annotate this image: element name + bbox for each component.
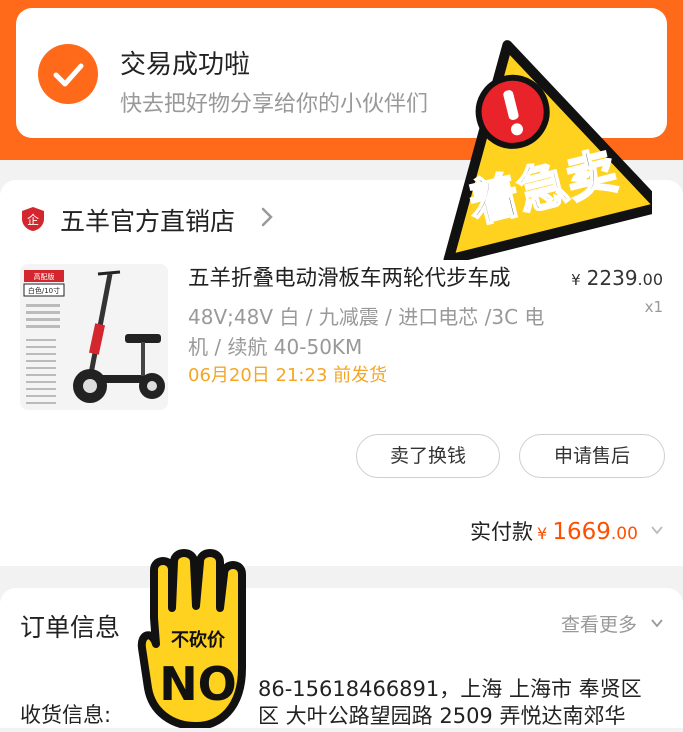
product-thumbnail[interactable]: 高配版 白色/10寸 [20, 264, 168, 410]
view-more-label: 查看更多 [560, 614, 637, 636]
product-quantity: x1 [644, 298, 663, 316]
view-more-link[interactable]: 查看更多 [561, 610, 663, 637]
svg-text:高配版: 高配版 [34, 272, 55, 281]
chevron-down-icon [651, 612, 663, 628]
product-title[interactable]: 五羊折叠电动滑板车两轮代步车成 [188, 264, 548, 294]
urgent-sale-sticker: 着急卖 [414, 36, 666, 265]
svg-text:NO: NO [159, 657, 237, 711]
address-line-1: 86-15618466891，上海 上海市 奉贤区 [258, 677, 642, 701]
shop-name[interactable]: 五羊官方直销店 [60, 202, 235, 238]
success-subtitle: 快去把好物分享给你的小伙伴们 [120, 92, 429, 117]
price-integer: 2239 [586, 266, 638, 290]
paid-currency: ¥ [537, 524, 548, 543]
svg-text:白色/10寸: 白色/10寸 [28, 286, 60, 295]
paid-total[interactable]: 实付款 ¥ 1669.00 [470, 516, 663, 546]
chevron-right-icon[interactable] [260, 206, 274, 228]
ship-time: 06月20日 21:23 前发货 [188, 365, 388, 386]
after-sale-button[interactable]: 申请售后 [519, 434, 665, 478]
paid-label: 实付款 [470, 520, 534, 544]
order-info-title: 订单信息 [20, 613, 121, 642]
chevron-down-icon[interactable] [651, 521, 663, 535]
price-currency: ¥ [571, 271, 581, 289]
paid-cents: .00 [610, 524, 638, 544]
sell-button[interactable]: 卖了换钱 [356, 434, 500, 478]
no-bargain-sticker: 不砍价 NO [136, 548, 260, 730]
success-title: 交易成功啦 [120, 50, 251, 80]
paid-amount: 1669 [552, 519, 611, 545]
order-info-card: 订单信息 查看更多 收货信息: 86-15618466891，上海 上海市 奉贤… [0, 588, 683, 728]
svg-text:企: 企 [27, 212, 39, 227]
address-label: 收货信息: [20, 703, 112, 727]
svg-text:不砍价: 不砍价 [171, 629, 226, 651]
product-price: ¥2239.00 [571, 266, 663, 290]
address-line-2: 区 大叶公路望园路 2509 弄悦达南郊华 [258, 704, 626, 728]
product-spec: 48V;48V 白 / 九减震 / 进口电芯 /3C 电机 / 续航 40-50… [188, 305, 545, 359]
shop-logo-icon: 企 [20, 206, 46, 232]
success-check-icon [38, 44, 98, 104]
price-cents: .00 [637, 270, 663, 289]
